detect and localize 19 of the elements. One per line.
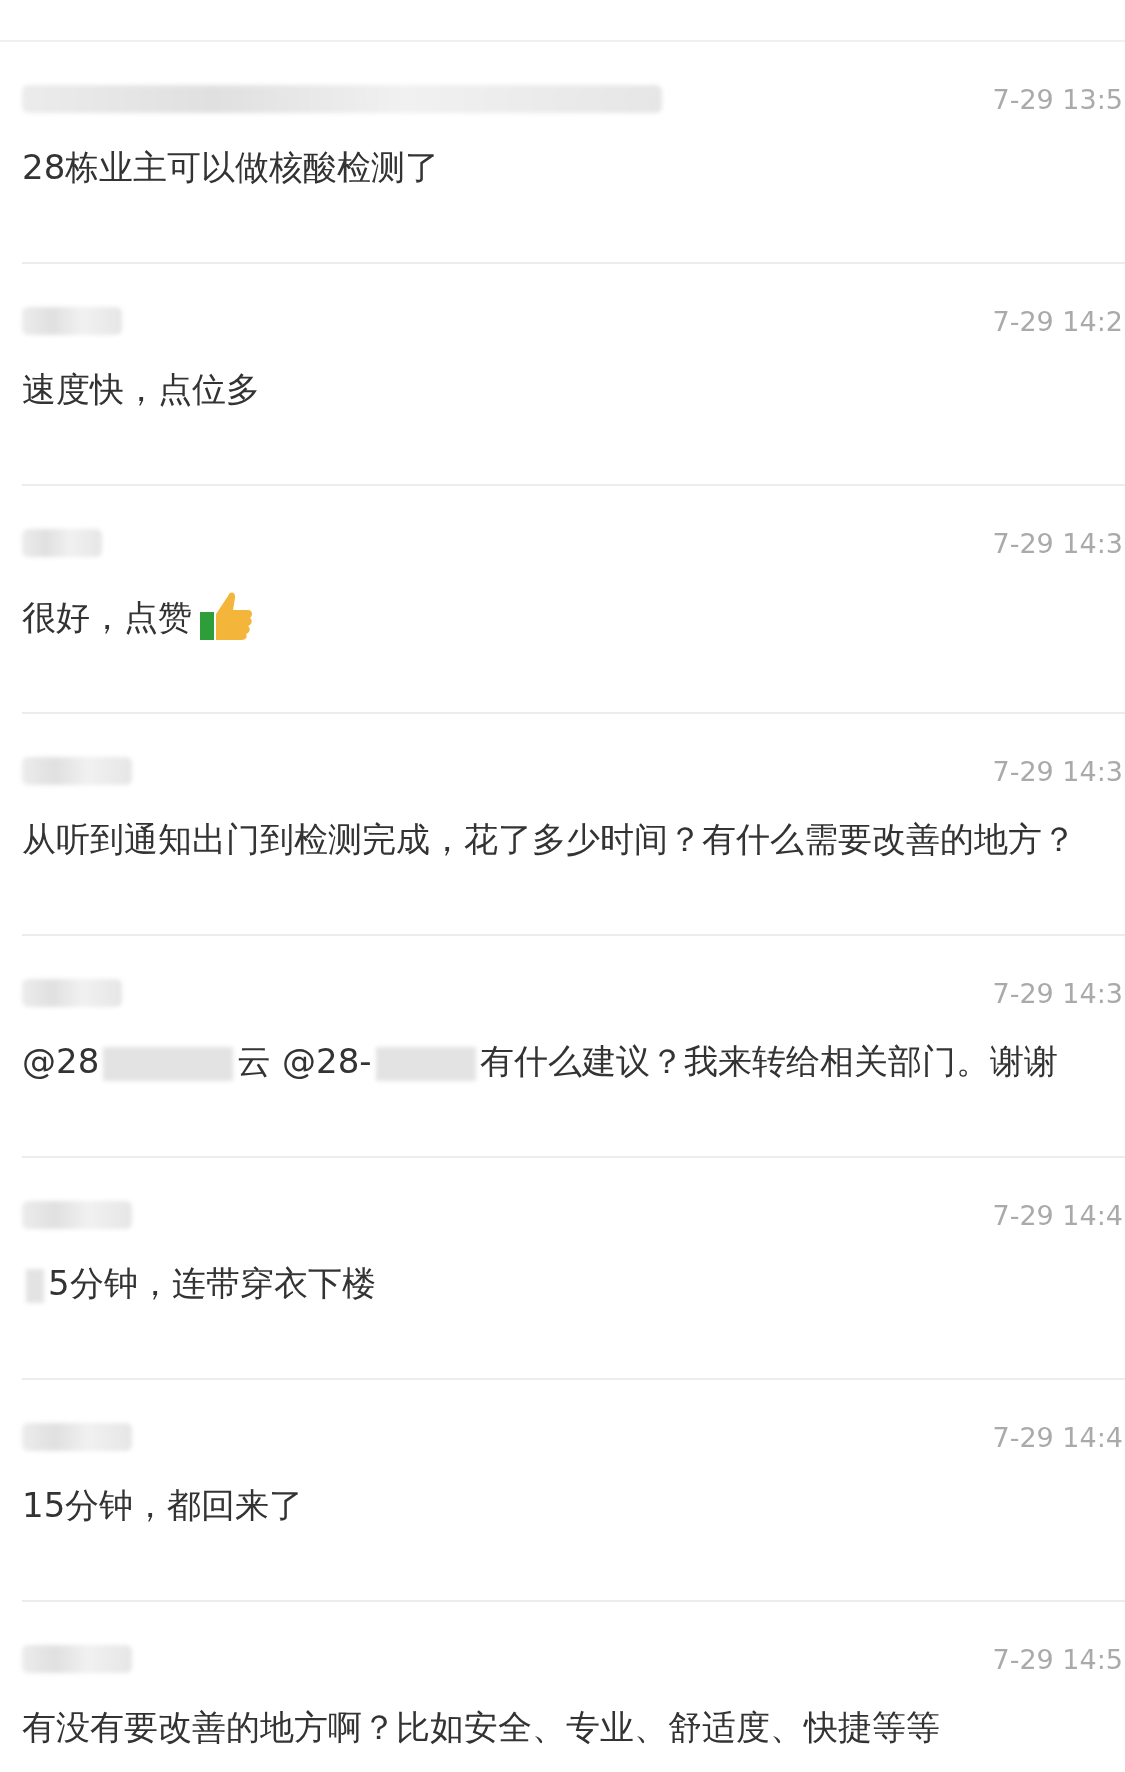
comment-text: 云 @28- — [237, 1041, 372, 1081]
comment-time: 7-29 14:3 — [992, 527, 1124, 559]
comment-text: 15分钟，都回来了 — [22, 1485, 304, 1525]
comment-time: 7-29 13:5 — [992, 83, 1124, 115]
comment-time: 7-29 14:4 — [992, 1199, 1124, 1231]
comment-text: 有没有要改善的地方啊？比如安全、专业、舒适度、快捷等等 — [22, 1707, 940, 1747]
comment-time: 7-29 14:5 — [992, 1643, 1124, 1675]
comment-text: 28栋业主可以做核酸检测了 — [22, 147, 440, 187]
comment-text: 速度快，点位多 — [22, 369, 260, 409]
comment-text: 有什么建议？我来转给相关部门。谢谢 — [479, 1041, 1058, 1081]
comment-text: @28 — [22, 1041, 100, 1081]
comment-text: 5分钟，连带穿衣下楼 — [48, 1263, 376, 1303]
blurred-mention — [26, 1268, 44, 1303]
comment-time: 7-29 14:3 — [992, 977, 1124, 1009]
comment-time: 7-29 14:4 — [992, 1421, 1124, 1453]
comment-time: 7-29 14:3 — [992, 755, 1124, 787]
comment-text: 从听到通知出门到检测完成，花了多少时间？有什么需要改善的地方？ — [22, 819, 1076, 859]
comment-text: 很好，点赞 — [22, 597, 192, 637]
comment-time: 7-29 14:2 — [992, 305, 1124, 337]
